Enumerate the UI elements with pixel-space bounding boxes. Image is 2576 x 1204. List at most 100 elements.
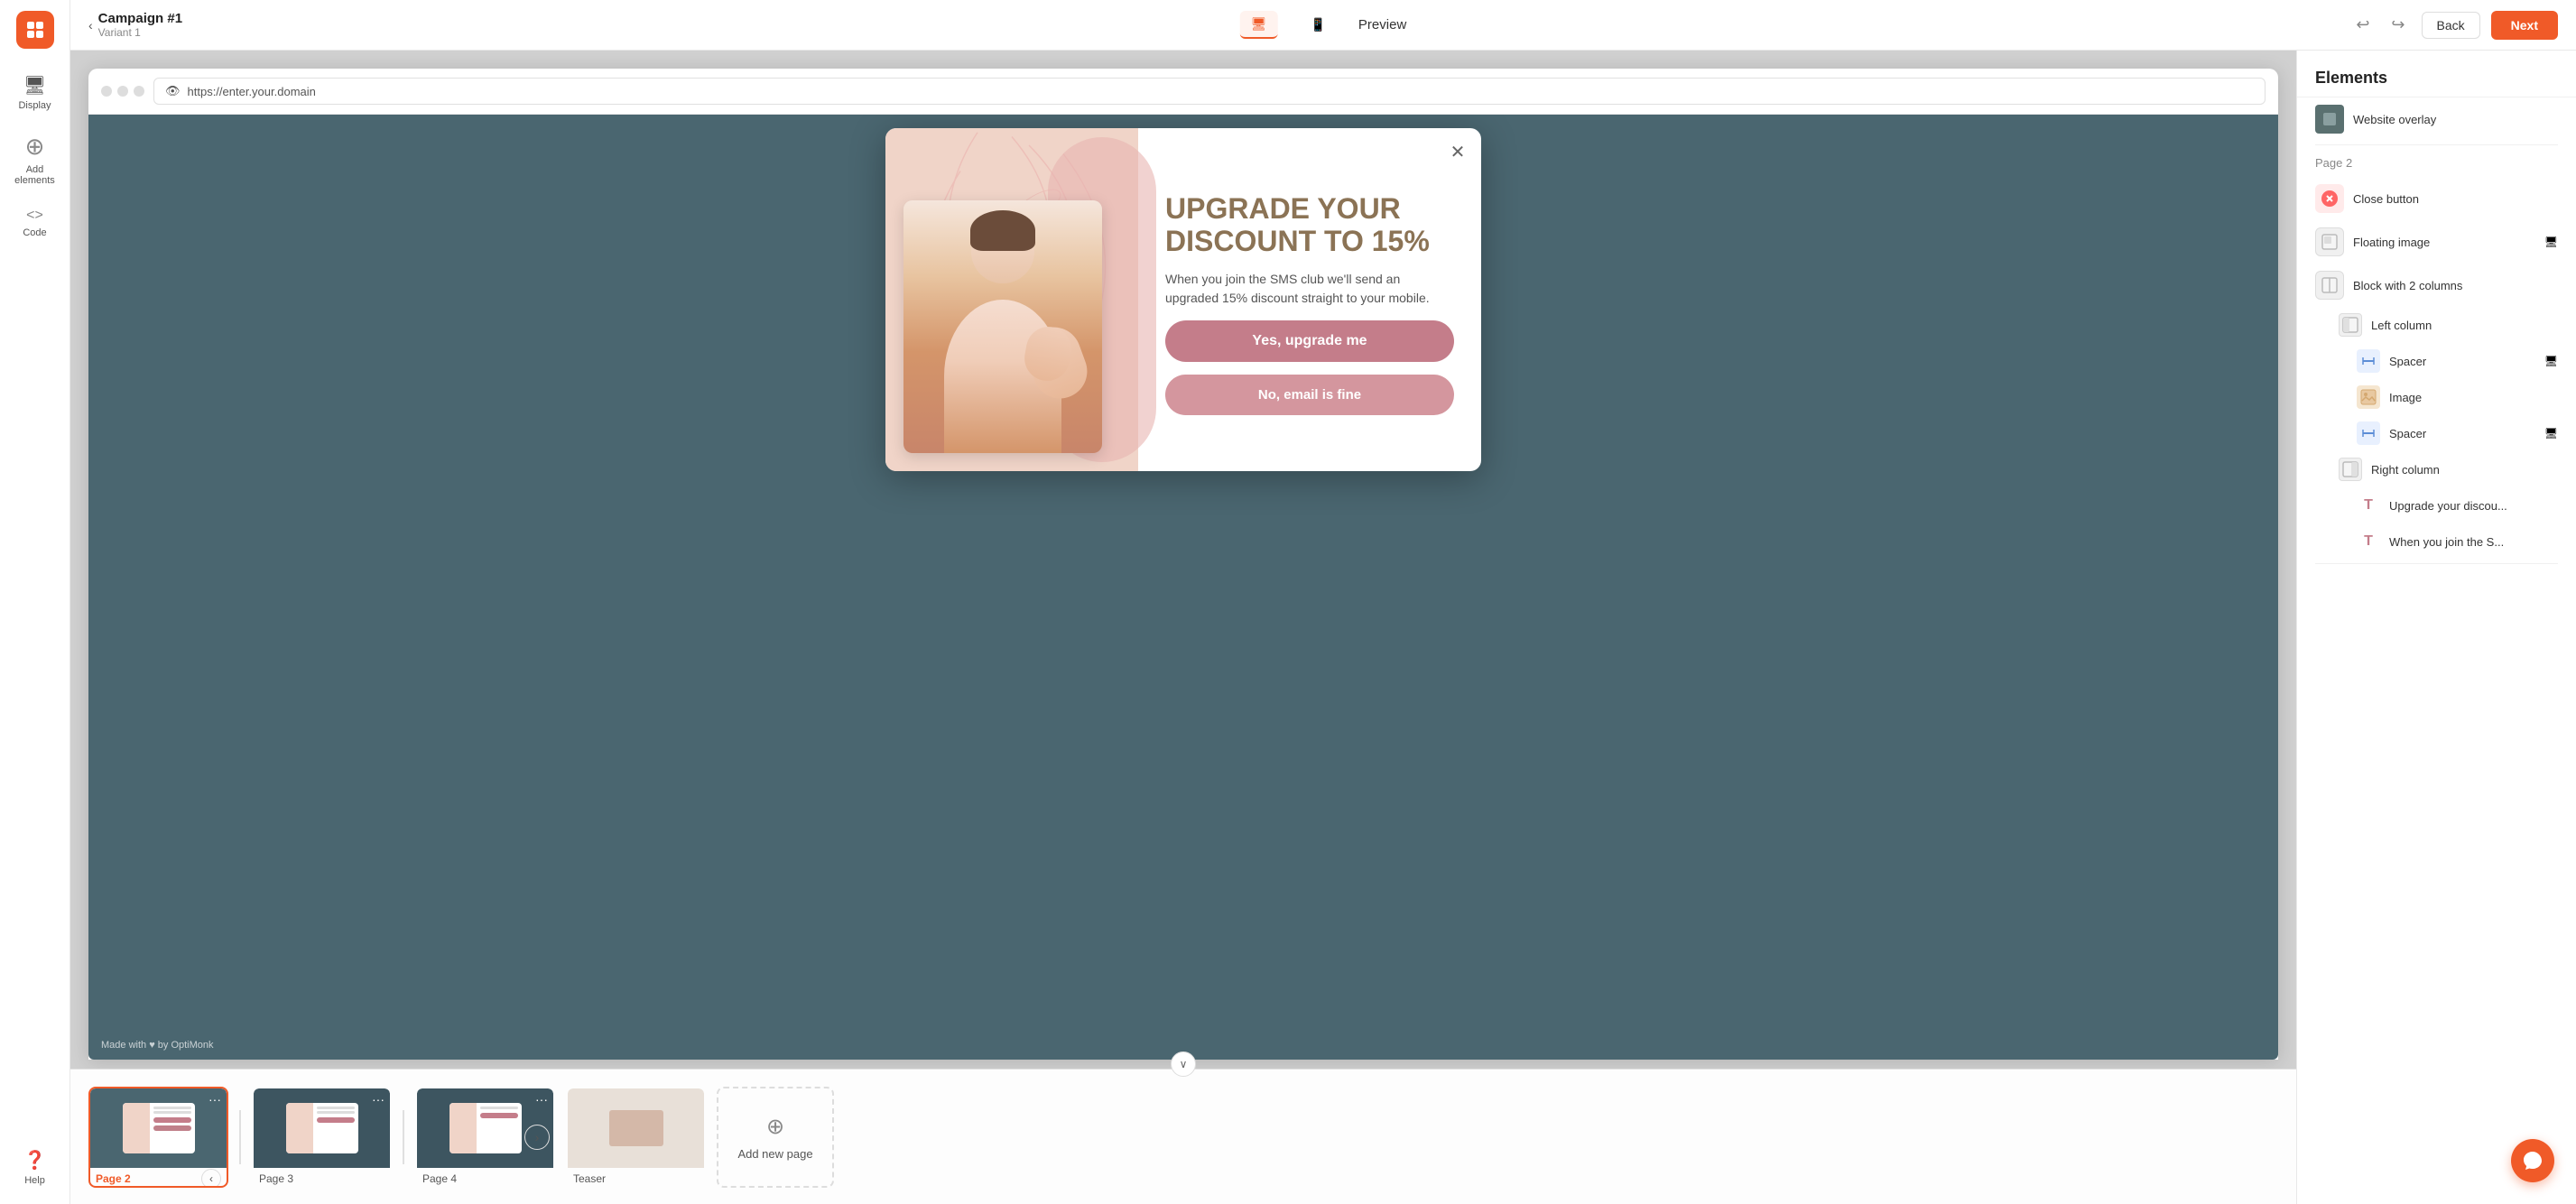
upgrade-text-icon: T (2357, 494, 2380, 517)
page2-thumb-preview: ··· (90, 1088, 227, 1168)
floating-image-icon (2315, 227, 2344, 256)
code-icon: <> (26, 208, 43, 224)
thumb-sep-2 (403, 1110, 404, 1164)
panel-sub-item-left-column[interactable]: Left column (2297, 307, 2576, 343)
add-page-label: Add new page (737, 1147, 812, 1161)
url-bar[interactable]: 👁 https://enter.your.domain (153, 78, 2266, 105)
mobile-device-btn[interactable]: 📱 (1299, 12, 1336, 38)
panel-sub-item-spacer-2[interactable]: Spacer 🖥 (2297, 415, 2576, 451)
back-text-btn[interactable]: Back (2422, 12, 2480, 39)
header-right: ↩ ↪ Back Next (2350, 11, 2558, 40)
spacer1-icon (2357, 349, 2380, 373)
panel-close-label: Close button (2353, 192, 2419, 206)
panel-left-col-label: Left column (2371, 319, 2432, 332)
page4-next-nav-btn[interactable]: › (524, 1125, 550, 1150)
panel-overlay-label: Website overlay (2353, 113, 2436, 126)
image-icon (2357, 385, 2380, 409)
page4-label-row: Page 4 (417, 1168, 553, 1188)
teaser-thumbnail[interactable]: Teaser (566, 1087, 706, 1188)
page4-options-btn[interactable]: ··· (535, 1092, 548, 1107)
page2-thumbnail[interactable]: ··· Page 2 ‹ (88, 1087, 228, 1188)
app-logo (16, 11, 54, 49)
panel-item-close-button[interactable]: Close button (2297, 177, 2576, 220)
panel-right-col-label: Right column (2371, 463, 2440, 477)
browser-window: 👁 https://enter.your.domain (88, 69, 2278, 1060)
thumb-left-btn[interactable]: ‹ (201, 1169, 221, 1188)
undo-btn[interactable]: ↩ (2350, 12, 2375, 38)
panel-spacer2-label: Spacer (2389, 427, 2426, 440)
panel-upgrade-text-label: Upgrade your discou... (2389, 499, 2507, 513)
next-btn[interactable]: Next (2491, 11, 2558, 40)
collapse-thumbnails-btn[interactable]: ∨ (1171, 1051, 1196, 1077)
add-page-btn[interactable]: ⊕ Add new page (717, 1087, 834, 1188)
panel-page2-section: Page 2 (2297, 149, 2576, 177)
right-panel: Elements Website overlay Page 2 Close bu… (2296, 51, 2576, 1204)
thumb-line-1 (153, 1107, 191, 1109)
browser-dots (101, 86, 144, 97)
spacer2-icon (2357, 421, 2380, 445)
dot-yellow (117, 86, 128, 97)
panel-item-block-columns[interactable]: Block with 2 columns (2297, 264, 2576, 307)
thumb-line-2 (153, 1111, 191, 1114)
teaser-mini (609, 1110, 663, 1146)
popup-body-text: When you join the SMS club we'll send an… (1165, 270, 1454, 308)
browser-bar: 👁 https://enter.your.domain (88, 69, 2278, 115)
url-text: https://enter.your.domain (188, 85, 316, 98)
sidebar-item-help[interactable]: ❓ Help (6, 1142, 64, 1193)
page4-thumb-preview: ··· › (417, 1088, 553, 1168)
dot-green (134, 86, 144, 97)
sidebar-item-display[interactable]: 🖥 Display (6, 67, 64, 118)
thumb-mini-right (150, 1103, 195, 1153)
popup-close-btn[interactable]: ✕ (1445, 139, 1470, 164)
panel-divider-bottom (2315, 563, 2558, 564)
page3-thumbnail[interactable]: ··· Page 3 (252, 1087, 392, 1188)
panel-block-label: Block with 2 columns (2353, 279, 2462, 292)
panel-sub-item-upgrade-text[interactable]: T Upgrade your discou... (2297, 487, 2576, 523)
back-nav-btn[interactable]: ‹ Campaign #1 Variant 1 (88, 11, 182, 39)
page2-options-btn[interactable]: ··· (208, 1092, 221, 1107)
display-icon: 🖥 (23, 74, 46, 97)
chat-support-btn[interactable] (2511, 1139, 2554, 1182)
panel-item-website-overlay[interactable]: Website overlay (2297, 97, 2576, 141)
desktop-device-btn[interactable]: 🖥 (1240, 11, 1278, 39)
thumb4-line-1 (480, 1107, 518, 1109)
spacer1-device-icon: 🖥 (2544, 355, 2558, 367)
page2-label-row: Page 2 ‹ (90, 1168, 227, 1188)
page3-mini-popup (286, 1103, 358, 1153)
page4-thumbnail[interactable]: ··· › Page 4 (415, 1087, 555, 1188)
page3-options-btn[interactable]: ··· (372, 1092, 385, 1107)
sidebar-item-code[interactable]: <> Code (6, 200, 64, 245)
panel-sub-item-right-column[interactable]: Right column (2297, 451, 2576, 487)
thumb-btn-2 (153, 1125, 191, 1131)
dot-red (101, 86, 112, 97)
left-column-icon (2339, 313, 2362, 337)
thumb-mini-left (123, 1103, 150, 1153)
redo-btn[interactable]: ↪ (2386, 12, 2410, 38)
thumb4-mini-right (477, 1103, 522, 1153)
thumb3-btn-1 (317, 1117, 355, 1123)
page3-label-row: Page 3 (254, 1168, 390, 1188)
teaser-label: Teaser (573, 1172, 606, 1185)
back-chevron-icon: ‹ (88, 18, 93, 32)
page4-label: Page 4 (422, 1172, 457, 1185)
panel-sub-item-when-text[interactable]: T When you join the S... (2297, 523, 2576, 560)
thumb4-mini-left (449, 1103, 477, 1153)
sidebar-item-add-elements[interactable]: ⊕ Add elements (6, 125, 64, 193)
campaign-title: Campaign #1 (98, 11, 182, 26)
popup-watermark: Made with ♥ by OptiMonk (101, 1040, 214, 1051)
popup-no-btn[interactable]: No, email is fine (1165, 375, 1454, 415)
popup-yes-btn[interactable]: Yes, upgrade me (1165, 320, 1454, 362)
right-column-icon (2339, 458, 2362, 481)
panel-sub-item-image[interactable]: Image (2297, 379, 2576, 415)
teaser-label-row: Teaser (568, 1168, 704, 1188)
browser-preview: ✕ UPGRADE YOUR DISCOUNT TO 15% When you … (88, 115, 2278, 1060)
panel-item-floating-image[interactable]: Floating image 🖥 (2297, 220, 2576, 264)
plus-circle-icon: ⊕ (766, 1114, 784, 1140)
panel-sub-item-spacer-1[interactable]: Spacer 🖥 (2297, 343, 2576, 379)
thumb3-mini-left (286, 1103, 313, 1153)
thumb-btn-1 (153, 1117, 191, 1123)
when-text-icon: T (2357, 530, 2380, 553)
page3-label: Page 3 (259, 1172, 293, 1185)
add-icon: ⊕ (25, 133, 45, 161)
page3-thumb-preview: ··· (254, 1088, 390, 1168)
